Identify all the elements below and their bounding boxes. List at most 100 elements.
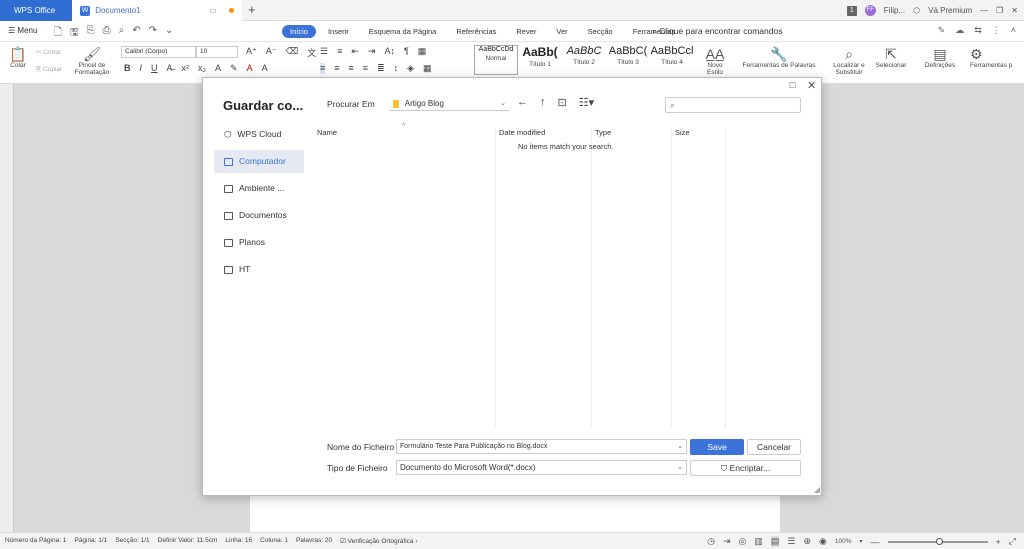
style-titulo-2[interactable]: AaBbC Título 2 — [562, 45, 606, 75]
outline-view-icon[interactable]: ☰ — [787, 536, 795, 547]
font-select[interactable]: Calibri (Corpo) — [121, 46, 196, 58]
share-icon[interactable]: ⇆ — [974, 25, 982, 36]
phonetic-button[interactable]: 文 — [307, 46, 316, 59]
status-section[interactable]: Secção: 1/1 — [115, 537, 149, 545]
column-date-modified[interactable]: Date modified — [499, 128, 545, 137]
tab-referencias[interactable]: Referências — [448, 25, 504, 38]
word-tools-button[interactable]: 🔧 Ferramentas de Palavras — [738, 46, 820, 69]
screen-icon[interactable]: ▭ — [209, 6, 217, 15]
protect-icon[interactable]: ◎ — [739, 536, 747, 547]
font-color-button[interactable]: A — [247, 63, 253, 74]
new-file-icon[interactable]: 🗋 — [54, 25, 62, 42]
superscript-button[interactable]: x² — [182, 63, 190, 74]
sidebar-item-documentos[interactable]: Documentos — [214, 204, 304, 227]
tab-esquema[interactable]: Esquema da Página — [361, 25, 445, 38]
zoom-in-button[interactable]: + — [996, 537, 1001, 547]
column-size[interactable]: Size — [675, 128, 690, 137]
page-view-icon[interactable]: ▤ — [770, 536, 780, 547]
italic-button[interactable]: I — [140, 63, 143, 74]
status-column[interactable]: Coluna: 1 — [260, 537, 288, 545]
close-window-button[interactable]: ✕ — [1011, 0, 1018, 21]
style-titulo-4[interactable]: AaBbCcl Título 4 — [650, 45, 694, 75]
line-spacing-button[interactable]: ↕ — [394, 63, 399, 74]
highlight-button[interactable]: ✎ — [230, 63, 238, 74]
read-mode-icon[interactable]: ▥ — [754, 536, 763, 547]
align-left-button[interactable]: ≡ — [320, 63, 326, 74]
strikethrough-button[interactable]: A̶ — [167, 63, 173, 74]
zoom-dropdown-icon[interactable]: ▾ — [860, 538, 863, 545]
status-line[interactable]: Linha: 16 — [225, 537, 252, 545]
focus-mode-icon[interactable]: ◷ — [707, 536, 715, 547]
look-in-select[interactable]: Artigo Blog ⌄ — [389, 97, 509, 111]
justify-button[interactable]: ≡ — [363, 63, 368, 74]
save-button[interactable]: Save — [690, 439, 744, 455]
status-set-value[interactable]: Definir Valor: 11.5cm — [158, 537, 218, 545]
zoom-slider[interactable] — [887, 537, 988, 545]
filetype-select[interactable]: Documento do Microsoft Word(*.docx) ⌄ — [396, 460, 687, 475]
fit-page-icon[interactable]: ⤢ — [1009, 536, 1016, 547]
cut-button[interactable]: ✂ Cortar — [36, 48, 61, 56]
shrink-font-button[interactable]: A⁻ — [266, 46, 277, 59]
zoom-level[interactable]: 100% — [835, 538, 852, 545]
premium-link[interactable]: Vá Premium — [928, 0, 972, 21]
redo-icon[interactable]: ↷ — [149, 25, 157, 42]
table-border-button[interactable]: ▦ — [423, 63, 432, 74]
back-arrow-icon[interactable]: ← — [517, 96, 528, 109]
status-page-number[interactable]: Número da Página: 1 — [5, 537, 66, 545]
sidebar-item-ambiente[interactable]: Ambiente ... — [214, 177, 304, 200]
filename-input[interactable]: Formulário Teste Para Publicação no Blog… — [396, 439, 687, 454]
underline-button[interactable]: U — [151, 63, 158, 74]
new-style-button[interactable]: A̲A̲ Novo Estilo — [702, 46, 728, 76]
zoom-slider-knob[interactable] — [935, 537, 943, 545]
bullets-button[interactable]: ☰ — [320, 46, 328, 57]
export-pdf-icon[interactable]: ⇥ — [723, 536, 731, 547]
search-input[interactable]: ⌕ — [665, 97, 801, 113]
eye-icon[interactable]: ◉ — [819, 536, 827, 547]
sidebar-item-ht[interactable]: HT — [214, 258, 304, 281]
tab-document[interactable]: W Documento1 ▭ — [72, 0, 242, 21]
web-view-icon[interactable]: ⊕ — [803, 536, 811, 547]
dialog-close-button[interactable]: ✕ — [807, 79, 816, 92]
resize-grip-icon[interactable]: ◢ — [814, 485, 820, 494]
status-spell-check[interactable]: ☑ Verificação Ortográfica › — [340, 537, 417, 545]
copy-button[interactable]: ⎘ Copiar — [36, 66, 62, 74]
command-search[interactable]: ⌕ Clique para encontrar comandos — [652, 26, 782, 37]
status-pages[interactable]: Página: 1/1 — [74, 537, 107, 545]
avatar[interactable]: FF — [864, 5, 876, 16]
status-words[interactable]: Palavras: 20 — [296, 537, 332, 545]
shading-button[interactable]: ◈ — [407, 63, 414, 74]
new-folder-icon[interactable]: ⊡ — [558, 96, 567, 109]
borders-button[interactable]: ▦ — [418, 46, 427, 57]
style-titulo-1[interactable]: AaBb( Título 1 — [518, 45, 562, 75]
new-tab-button[interactable]: + — [248, 2, 256, 17]
sidebar-item-planos[interactable]: Planos — [214, 231, 304, 254]
column-name[interactable]: Name — [317, 128, 337, 137]
style-titulo-3[interactable]: AaBbC( Título 3 — [606, 45, 650, 75]
sort-button[interactable]: A↕ — [384, 46, 395, 57]
align-right-button[interactable]: ≡ — [349, 63, 354, 74]
tools-button[interactable]: ⚙ Ferramentas p — [970, 46, 1024, 69]
up-arrow-icon[interactable]: ↑ — [540, 96, 546, 109]
menu-button[interactable]: ☰ Menu — [8, 26, 37, 35]
more-options-icon[interactable]: ⋮ — [992, 25, 1001, 36]
indent-button[interactable]: ⇥ — [368, 46, 376, 57]
settings-button[interactable]: ▤ Definições — [920, 46, 960, 69]
cancel-button[interactable]: Cancelar — [747, 439, 801, 455]
minimize-button[interactable]: — — [980, 0, 988, 21]
save-icon[interactable]: 🖫 — [70, 25, 79, 42]
view-menu-icon[interactable]: ☷▾ — [579, 96, 594, 109]
cloud-icon[interactable]: ☁ — [955, 25, 964, 36]
restore-button[interactable]: ❐ — [996, 0, 1003, 21]
chevron-down-icon[interactable]: ⌄ — [677, 440, 683, 453]
tab-inserir[interactable]: Inserir — [320, 25, 357, 38]
sidebar-item-wps-cloud[interactable]: ⬡ WPS Cloud — [214, 123, 304, 146]
numbering-button[interactable]: ≡ — [337, 46, 342, 57]
outdent-button[interactable]: ⇤ — [351, 46, 359, 57]
column-type[interactable]: Type — [595, 128, 611, 137]
export-icon[interactable]: ⎘ — [87, 25, 95, 42]
paste-button[interactable]: 📋 Colar — [6, 46, 30, 69]
tab-ver[interactable]: Ver — [548, 25, 575, 38]
sidebar-item-computador[interactable]: Computador — [214, 150, 304, 173]
tab-wps-office[interactable]: WPS Office — [0, 0, 72, 21]
text-effect-button[interactable]: A — [215, 63, 221, 74]
